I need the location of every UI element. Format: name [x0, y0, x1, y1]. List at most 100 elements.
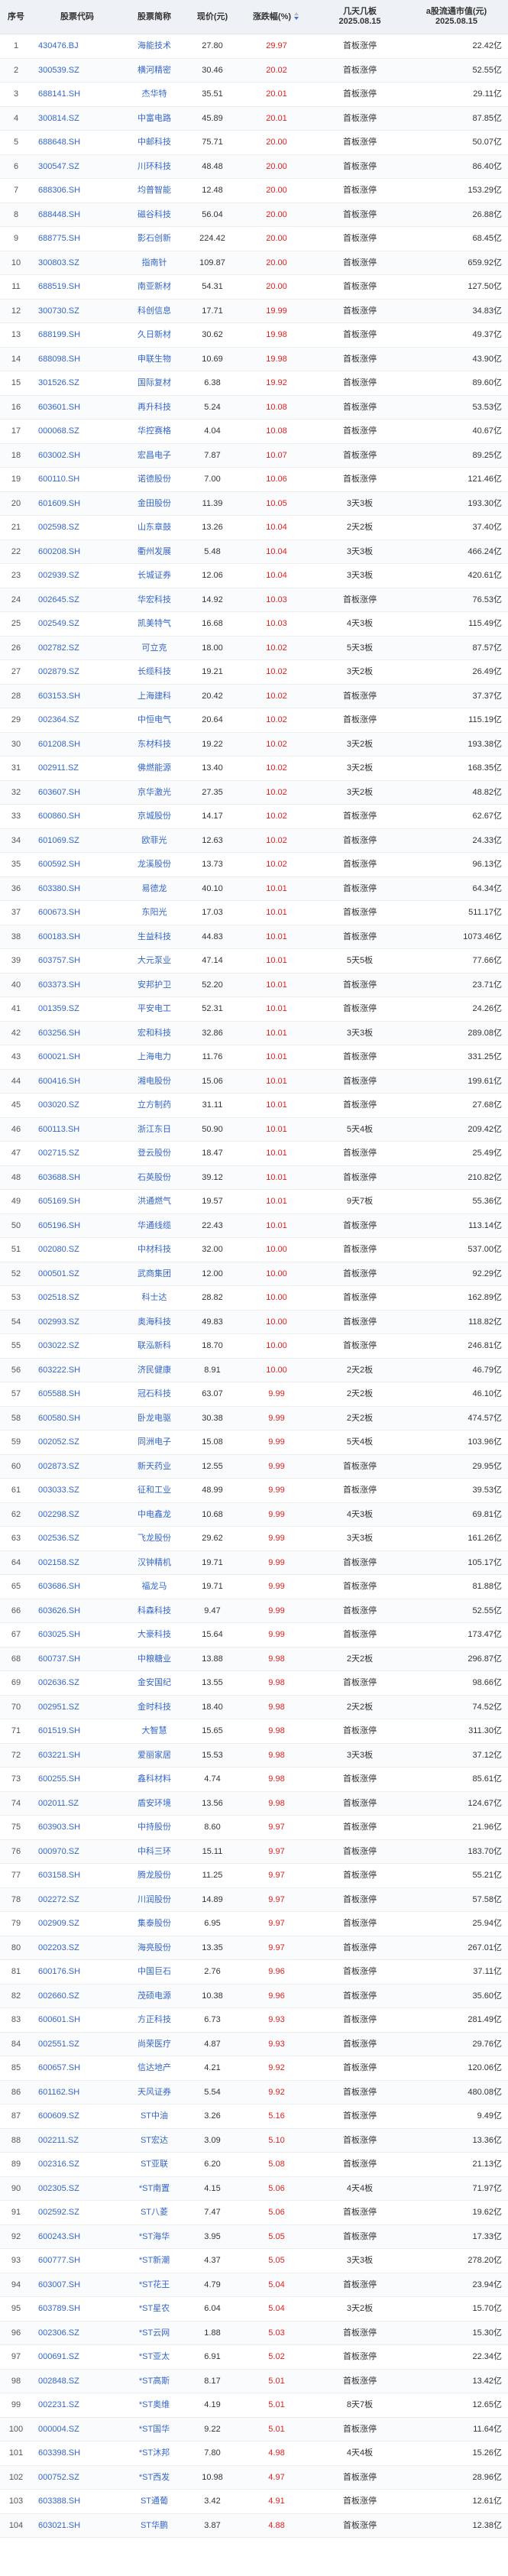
stock-code-link[interactable]: 002909.SZ	[38, 1912, 122, 1936]
stock-code-link[interactable]: 603221.SH	[38, 1744, 122, 1768]
table-row[interactable]: 41 001359.SZ 平安电工 52.31 10.01 首板涨停 24.26亿	[0, 997, 508, 1022]
header-stock-code[interactable]: 股票代码	[32, 0, 122, 34]
stock-name-link[interactable]: *ST沐邦	[122, 2442, 186, 2465]
stock-code-link[interactable]: 002536.SZ	[38, 1527, 122, 1550]
table-row[interactable]: 27 002879.SZ 长缆科技 19.21 10.02 3天2板 26.49亿	[0, 660, 508, 685]
stock-name-link[interactable]: 海亮股份	[122, 1936, 186, 1960]
header-market-cap[interactable]: a股流通市值(元) 2025.08.15	[405, 0, 508, 34]
table-row[interactable]: 39 603757.SH 大元泵业 47.14 10.01 5天5板 77.66亿	[0, 949, 508, 974]
table-row[interactable]: 91 002592.SZ ST八菱 7.47 5.06 首板涨停 19.62亿	[0, 2201, 508, 2225]
header-change-pct[interactable]: 涨跌幅(%)	[238, 0, 315, 34]
stock-name-link[interactable]: 中粮糖业	[122, 1648, 186, 1671]
stock-code-link[interactable]: 605196.SH	[38, 1214, 122, 1238]
stock-name-link[interactable]: 影石创新	[122, 227, 186, 251]
stock-code-link[interactable]: 000068.SZ	[38, 420, 122, 443]
table-row[interactable]: 65 603686.SH 福龙马 19.71 9.99 首板涨停 81.88亿	[0, 1575, 508, 1599]
table-row[interactable]: 78 002272.SZ 川润股份 14.89 9.97 首板涨停 57.58亿	[0, 1887, 508, 1912]
table-row[interactable]: 68 600737.SH 中粮糖业 13.88 9.98 2天2板 296.87亿	[0, 1647, 508, 1671]
stock-name-link[interactable]: 申联生物	[122, 348, 186, 371]
stock-name-link[interactable]: 信达地产	[122, 2056, 186, 2080]
stock-code-link[interactable]: 002211.SZ	[38, 2129, 122, 2153]
stock-code-link[interactable]: 002848.SZ	[38, 2370, 122, 2393]
table-row[interactable]: 95 603789.SH *ST星农 6.04 5.04 3天2板 15.70亿	[0, 2297, 508, 2322]
stock-code-link[interactable]: 603388.SH	[38, 2490, 122, 2513]
stock-name-link[interactable]: 平安电工	[122, 997, 186, 1021]
table-row[interactable]: 97 000691.SZ *ST亚太 6.91 5.02 首板涨停 22.34亿	[0, 2345, 508, 2370]
header-limit-days[interactable]: 几天几板 2025.08.15	[315, 0, 405, 34]
stock-code-link[interactable]: 688519.SH	[38, 275, 122, 299]
table-row[interactable]: 53 002518.SZ 科士达 28.82 10.00 首板涨停 162.89亿	[0, 1286, 508, 1311]
stock-code-link[interactable]: 002645.SZ	[38, 588, 122, 612]
table-row[interactable]: 87 600609.SZ ST中油 3.26 5.16 首板涨停 9.49亿	[0, 2105, 508, 2129]
stock-name-link[interactable]: 卧龙电驱	[122, 1407, 186, 1431]
table-row[interactable]: 94 603007.SH *ST花王 4.79 5.04 首板涨停 23.94亿	[0, 2273, 508, 2297]
stock-code-link[interactable]: 688448.SH	[38, 203, 122, 227]
table-row[interactable]: 20 601609.SH 金田股份 11.39 10.05 3天3板 193.30亿	[0, 491, 508, 516]
stock-code-link[interactable]: 603380.SH	[38, 877, 122, 901]
stock-code-link[interactable]: 603373.SH	[38, 974, 122, 997]
stock-name-link[interactable]: ST中油	[122, 2105, 186, 2128]
stock-code-link[interactable]: 600657.SH	[38, 2056, 122, 2080]
stock-name-link[interactable]: 长缆科技	[122, 660, 186, 684]
table-row[interactable]: 54 002993.SZ 奥海科技 49.83 10.00 首板涨停 118.82亿	[0, 1310, 508, 1334]
table-row[interactable]: 19 600110.SH 诺德股份 7.00 10.06 首板涨停 121.46亿	[0, 468, 508, 492]
stock-code-link[interactable]: 002080.SZ	[38, 1238, 122, 1262]
stock-code-link[interactable]: 002298.SZ	[38, 1503, 122, 1527]
stock-name-link[interactable]: 国际复材	[122, 371, 186, 395]
table-row[interactable]: 56 603222.SH 济民健康 8.91 10.00 2天2板 46.79亿	[0, 1358, 508, 1382]
table-row[interactable]: 48 603688.SH 石英股份 39.12 10.01 首板涨停 210.82亿	[0, 1165, 508, 1190]
stock-code-link[interactable]: 603398.SH	[38, 2442, 122, 2465]
header-index[interactable]: 序号	[0, 0, 32, 34]
stock-name-link[interactable]: 石英股份	[122, 1166, 186, 1190]
table-row[interactable]: 62 002298.SZ 中电鑫龙 10.68 9.99 4天3板 69.81亿	[0, 1502, 508, 1527]
table-row[interactable]: 98 002848.SZ *ST高斯 8.17 5.01 首板涨停 13.42亿	[0, 2369, 508, 2393]
stock-name-link[interactable]: *ST西发	[122, 2466, 186, 2490]
table-row[interactable]: 81 600176.SH 中国巨石 2.76 9.96 首板涨停 37.11亿	[0, 1960, 508, 1985]
table-row[interactable]: 7 688306.SH 均普智能 12.48 20.00 首板涨停 153.29亿	[0, 179, 508, 203]
table-row[interactable]: 92 600243.SH *ST海华 3.95 5.05 首板涨停 17.33亿	[0, 2224, 508, 2249]
table-row[interactable]: 18 603002.SH 宏昌电子 7.87 10.07 首板涨停 89.25亿	[0, 443, 508, 468]
stock-name-link[interactable]: 大智慧	[122, 1719, 186, 1743]
stock-code-link[interactable]: 600176.SH	[38, 1960, 122, 1984]
stock-code-link[interactable]: 300547.SZ	[38, 155, 122, 179]
stock-code-link[interactable]: 600860.SH	[38, 805, 122, 828]
stock-name-link[interactable]: 华通线缆	[122, 1214, 186, 1238]
stock-code-link[interactable]: 000970.SZ	[38, 1840, 122, 1864]
stock-code-link[interactable]: 603007.SH	[38, 2273, 122, 2297]
stock-code-link[interactable]: 688775.SH	[38, 227, 122, 251]
table-row[interactable]: 72 603221.SH 爱丽家居 15.53 9.98 3天3板 37.12亿	[0, 1743, 508, 1768]
table-row[interactable]: 70 002951.SZ 金时科技 18.40 9.98 2天2板 74.52亿	[0, 1695, 508, 1719]
stock-code-link[interactable]: 600208.SH	[38, 540, 122, 564]
stock-name-link[interactable]: 磁谷科技	[122, 203, 186, 227]
stock-code-link[interactable]: 002873.SZ	[38, 1455, 122, 1479]
table-row[interactable]: 30 601208.SH 东材科技 19.22 10.02 3天2板 193.38亿	[0, 732, 508, 757]
table-row[interactable]: 45 003020.SZ 立方制药 31.11 10.01 首板涨停 27.68亿	[0, 1094, 508, 1118]
stock-name-link[interactable]: 联泓新科	[122, 1334, 186, 1358]
stock-name-link[interactable]: *ST星农	[122, 2297, 186, 2321]
table-row[interactable]: 101 603398.SH *ST沐邦 7.80 4.98 4天4板 15.26亿	[0, 2442, 508, 2466]
stock-name-link[interactable]: *ST海华	[122, 2225, 186, 2249]
stock-name-link[interactable]: 中电鑫龙	[122, 1503, 186, 1527]
stock-code-link[interactable]: 003020.SZ	[38, 1094, 122, 1117]
stock-name-link[interactable]: 川润股份	[122, 1888, 186, 1912]
stock-code-link[interactable]: 688098.SH	[38, 348, 122, 371]
stock-code-link[interactable]: 300730.SZ	[38, 300, 122, 323]
stock-name-link[interactable]: *ST奥维	[122, 2393, 186, 2417]
table-row[interactable]: 104 603021.SH ST华鹏 3.87 4.88 首板涨停 12.38亿	[0, 2513, 508, 2538]
stock-name-link[interactable]: ST宏达	[122, 2129, 186, 2153]
stock-code-link[interactable]: 600021.SH	[38, 1045, 122, 1069]
stock-code-link[interactable]: 603021.SH	[38, 2514, 122, 2538]
table-row[interactable]: 90 002305.SZ *ST南置 4.15 5.06 4天4板 71.97亿	[0, 2176, 508, 2201]
table-row[interactable]: 38 600183.SH 生益科技 44.83 10.01 首板涨停 1073.46亿	[0, 925, 508, 949]
stock-name-link[interactable]: 爱丽家居	[122, 1744, 186, 1768]
stock-code-link[interactable]: 002316.SZ	[38, 2153, 122, 2176]
stock-name-link[interactable]: 均普智能	[122, 179, 186, 203]
table-row[interactable]: 37 600673.SH 东阳光 17.03 10.01 首板涨停 511.17亿	[0, 901, 508, 925]
table-row[interactable]: 46 600113.SH 浙江东日 50.90 10.01 5天4板 209.42亿	[0, 1117, 508, 1142]
stock-code-link[interactable]: 002518.SZ	[38, 1286, 122, 1310]
stock-name-link[interactable]: 久日新材	[122, 323, 186, 347]
table-row[interactable]: 23 002939.SZ 长城证券 12.06 10.04 3天3板 420.61亿	[0, 564, 508, 588]
stock-code-link[interactable]: 603158.SH	[38, 1864, 122, 1887]
stock-code-link[interactable]: 002231.SZ	[38, 2393, 122, 2417]
stock-name-link[interactable]: 上海建科	[122, 685, 186, 708]
